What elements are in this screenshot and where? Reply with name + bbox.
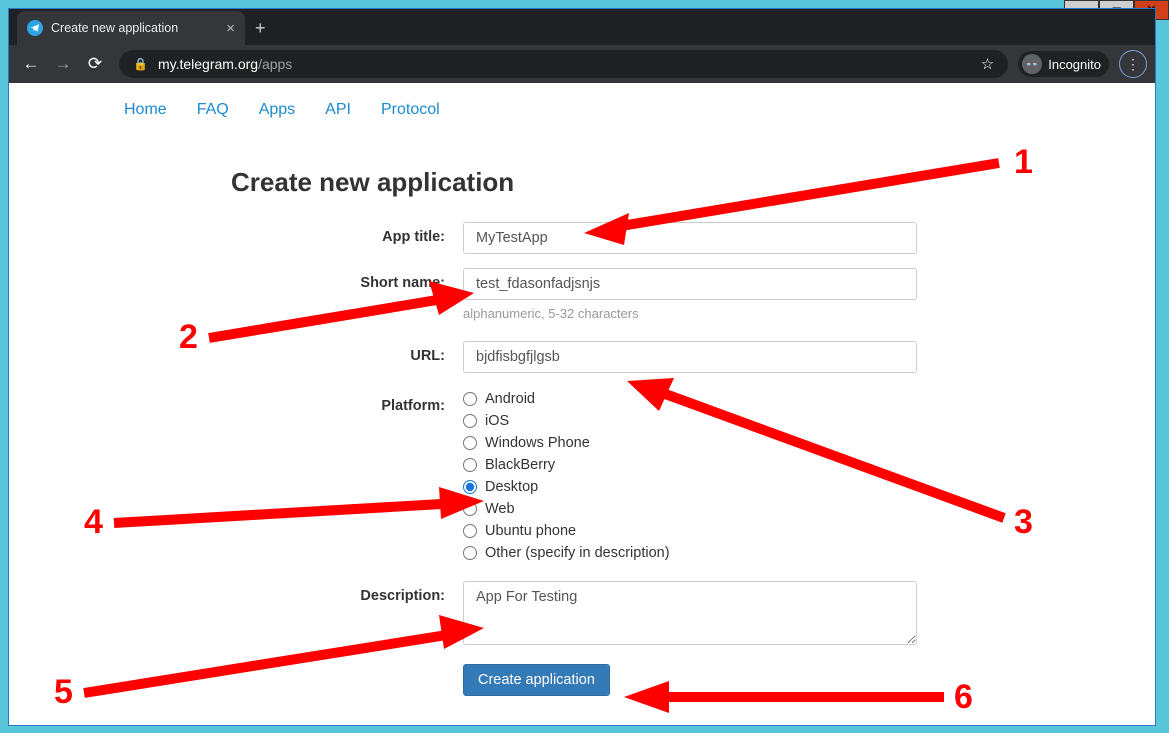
radio-input[interactable] xyxy=(463,502,477,516)
radio-label-text: BlackBerry xyxy=(485,457,555,473)
nav-link-home[interactable]: Home xyxy=(124,101,167,119)
url-domain: my.telegram.org xyxy=(158,56,258,72)
label-url: URL: xyxy=(9,341,463,364)
address-bar[interactable]: 🔒 my.telegram.org/apps ☆ xyxy=(119,50,1008,78)
site-top-nav: Home FAQ Apps API Protocol xyxy=(9,101,1155,131)
radio-input[interactable] xyxy=(463,546,477,560)
back-button[interactable]: ← xyxy=(17,54,45,74)
incognito-icon: 👓 xyxy=(1022,54,1042,74)
create-application-button[interactable]: Create application xyxy=(463,664,610,696)
new-tab-button[interactable]: + xyxy=(255,18,266,39)
reload-button[interactable]: ⟳ xyxy=(81,54,109,74)
radio-option[interactable]: Web xyxy=(463,501,917,517)
browser-toolbar: ← → ⟳ 🔒 my.telegram.org/apps ☆ 👓 Incogni… xyxy=(9,45,1155,83)
radio-label-text: Web xyxy=(485,501,515,517)
input-app-title[interactable] xyxy=(463,222,917,254)
radio-label-text: iOS xyxy=(485,413,509,429)
radio-group-platform: Android iOS Windows Phone BlackBerry Desktop… xyxy=(463,391,917,567)
browser-tab-strip: Create new application × + xyxy=(9,9,1155,45)
nav-link-protocol[interactable]: Protocol xyxy=(381,101,440,119)
browser-menu-button[interactable]: ⋮ xyxy=(1119,50,1147,78)
label-short-name: Short name: xyxy=(9,268,463,291)
radio-label-text: Desktop xyxy=(485,479,538,495)
nav-link-faq[interactable]: FAQ xyxy=(197,101,229,119)
radio-input[interactable] xyxy=(463,436,477,450)
lock-icon: 🔒 xyxy=(133,57,148,71)
label-app-title: App title: xyxy=(9,222,463,245)
bookmark-star-icon[interactable]: ☆ xyxy=(981,55,994,73)
label-description: Description: xyxy=(9,581,463,604)
nav-link-apps[interactable]: Apps xyxy=(259,101,295,119)
page-viewport: Home FAQ Apps API Protocol Create new ap… xyxy=(9,83,1155,725)
radio-option[interactable]: BlackBerry xyxy=(463,457,917,473)
incognito-badge[interactable]: 👓 Incognito xyxy=(1018,51,1109,77)
radio-input[interactable] xyxy=(463,458,477,472)
radio-input[interactable] xyxy=(463,414,477,428)
radio-label-text: Other (specify in description) xyxy=(485,545,670,561)
radio-option[interactable]: Desktop xyxy=(463,479,917,495)
tab-title: Create new application xyxy=(51,21,178,35)
nav-link-api[interactable]: API xyxy=(325,101,351,119)
input-url[interactable] xyxy=(463,341,917,373)
radio-option[interactable]: Other (specify in description) xyxy=(463,545,917,561)
radio-option[interactable]: Windows Phone xyxy=(463,435,917,451)
row-short-name: Short name: alphanumeric, 5-32 character… xyxy=(9,268,1155,321)
telegram-favicon-icon xyxy=(27,20,43,36)
row-submit: Create application xyxy=(9,664,1155,696)
incognito-label: Incognito xyxy=(1048,57,1101,72)
radio-option[interactable]: Android xyxy=(463,391,917,407)
row-app-title: App title: xyxy=(9,222,1155,254)
radio-input[interactable] xyxy=(463,392,477,406)
url-path: /apps xyxy=(258,56,292,72)
radio-input[interactable] xyxy=(463,480,477,494)
radio-option[interactable]: iOS xyxy=(463,413,917,429)
input-description[interactable] xyxy=(463,581,917,645)
radio-label-text: Android xyxy=(485,391,535,407)
page-title: Create new application xyxy=(231,167,1155,198)
forward-button[interactable]: → xyxy=(49,54,77,74)
page-content: Home FAQ Apps API Protocol Create new ap… xyxy=(9,83,1155,725)
radio-option[interactable]: Ubuntu phone xyxy=(463,523,917,539)
row-platform: Platform: Android iOS Windows Phone BlackBe… xyxy=(9,391,1155,567)
hint-short-name: alphanumeric, 5-32 characters xyxy=(463,306,917,321)
radio-label-text: Windows Phone xyxy=(485,435,590,451)
row-description: Description: xyxy=(9,581,1155,650)
input-short-name[interactable] xyxy=(463,268,917,300)
label-platform: Platform: xyxy=(9,391,463,414)
row-url: URL: xyxy=(9,341,1155,373)
tab-close-icon[interactable]: × xyxy=(226,20,235,37)
browser-tab-active[interactable]: Create new application × xyxy=(17,11,245,45)
browser-window: Create new application × + ← → ⟳ 🔒 my.te… xyxy=(8,8,1156,726)
radio-label-text: Ubuntu phone xyxy=(485,523,576,539)
radio-input[interactable] xyxy=(463,524,477,538)
